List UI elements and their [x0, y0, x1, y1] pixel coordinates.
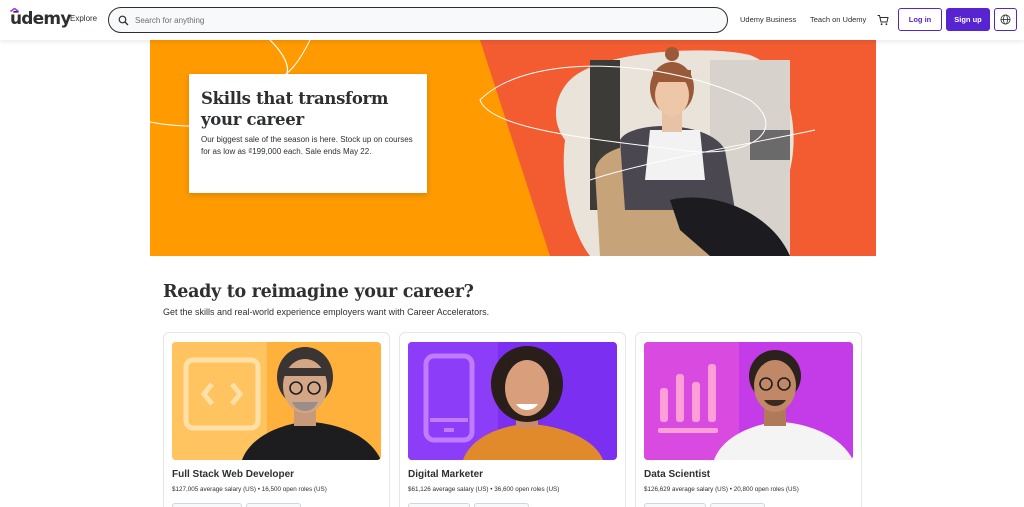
career-card-meta: $126,629 average salary (US) • 20,800 op… — [644, 486, 799, 493]
chip — [408, 503, 470, 507]
career-card-image — [644, 342, 853, 460]
career-card-chips — [644, 503, 765, 507]
career-card-image — [408, 342, 617, 460]
career-card-image — [172, 342, 381, 460]
career-card-data-scientist[interactable]: Data Scientist $126,629 average salary (… — [635, 332, 862, 507]
hero-card: Skills that transform your career Our bi… — [189, 74, 427, 193]
chip — [246, 503, 301, 507]
career-card-digital-marketer[interactable]: Digital Marketer $61,126 average salary … — [399, 332, 626, 507]
career-card-title: Data Scientist — [644, 469, 711, 480]
logo-hat-icon — [10, 8, 19, 12]
top-header: ūdemy Explore Udemy Business Teach on Ud… — [0, 0, 1024, 40]
career-card-meta: $61,126 average salary (US) • 36,600 ope… — [408, 486, 560, 493]
teach-on-udemy-link[interactable]: Teach on Udemy — [810, 15, 866, 24]
cart-icon[interactable] — [877, 13, 889, 26]
globe-icon — [1000, 14, 1011, 25]
signup-button[interactable]: Sign up — [946, 8, 990, 31]
section-subtitle: Get the skills and real-world experience… — [163, 307, 490, 317]
hero-banner: Skills that transform your career Our bi… — [150, 40, 876, 256]
search-bar[interactable] — [108, 7, 728, 33]
career-card-meta: $127,005 average salary (US) • 16,500 op… — [172, 486, 327, 493]
explore-link[interactable]: Explore — [70, 14, 97, 23]
career-card-title: Full Stack Web Developer — [172, 469, 295, 480]
chip — [710, 503, 765, 507]
login-button[interactable]: Log in — [898, 8, 942, 31]
hero-text: Our biggest sale of the season is here. … — [201, 135, 413, 156]
hero-title: Skills that transform your career — [201, 89, 389, 129]
career-card-chips — [408, 503, 529, 507]
chip — [474, 503, 529, 507]
language-button[interactable] — [994, 8, 1017, 31]
search-icon[interactable] — [117, 14, 129, 26]
chip — [172, 503, 242, 507]
chip — [644, 503, 706, 507]
udemy-logo[interactable]: ūdemy — [10, 8, 71, 29]
career-card-chips — [172, 503, 301, 507]
career-card-full-stack[interactable]: Full Stack Web Developer $127,005 averag… — [163, 332, 390, 507]
search-input[interactable] — [135, 15, 695, 25]
career-card-title: Digital Marketer — [408, 469, 484, 480]
section-title: Ready to reimagine your career? — [163, 282, 474, 302]
udemy-business-link[interactable]: Udemy Business — [740, 15, 796, 24]
logo-text: ūdemy — [10, 9, 71, 29]
